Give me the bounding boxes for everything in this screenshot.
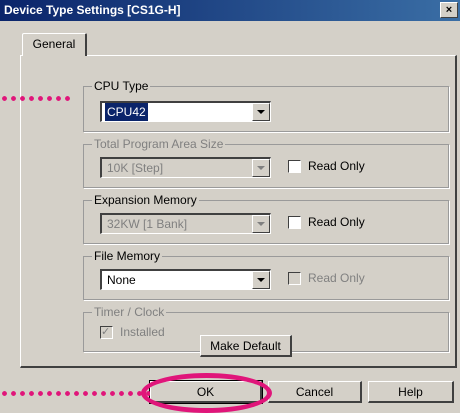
- title-bar: Device Type Settings [CS1G-H] ×: [0, 0, 460, 21]
- chevron-down-icon[interactable]: [252, 271, 270, 289]
- file-memory-legend: File Memory: [92, 249, 163, 263]
- expansion-memory-value: 32KW [1 Bank]: [107, 217, 188, 231]
- make-default-button[interactable]: Make Default: [200, 335, 292, 357]
- annotation-highlight-ring: [141, 373, 272, 413]
- file-memory-read-only-label: Read Only: [308, 271, 365, 285]
- cancel-button[interactable]: Cancel: [268, 381, 362, 403]
- program-area-read-only-checkbox[interactable]: [288, 160, 301, 173]
- annotation-dotted-line-cpu: [0, 96, 70, 101]
- cpu-type-value: CPU42: [105, 103, 148, 121]
- file-memory-read-only-checkbox[interactable]: [288, 272, 301, 285]
- expansion-memory-read-only-checkbox[interactable]: [288, 216, 301, 229]
- window-title: Device Type Settings [CS1G-H]: [4, 3, 181, 17]
- expansion-memory-read-only-label: Read Only: [308, 215, 365, 229]
- program-area-group: Total Program Area Size 10K [Step] Read …: [83, 137, 449, 188]
- program-area-select[interactable]: 10K [Step]: [100, 157, 271, 178]
- program-area-value: 10K [Step]: [107, 161, 164, 175]
- cpu-type-legend: CPU Type: [92, 79, 151, 93]
- close-button[interactable]: ×: [440, 2, 458, 18]
- tab-general[interactable]: General: [22, 33, 87, 56]
- tab-panel-general: CPU Type CPU42 Total Program Area Size 1…: [20, 55, 457, 368]
- chevron-down-icon[interactable]: [252, 215, 270, 233]
- timer-clock-installed-label: Installed: [120, 325, 165, 339]
- help-button[interactable]: Help: [368, 381, 454, 403]
- chevron-down-icon[interactable]: [252, 159, 270, 177]
- program-area-read-only-label: Read Only: [308, 159, 365, 173]
- timer-clock-installed-checkbox[interactable]: ✓: [100, 326, 113, 339]
- timer-clock-legend: Timer / Clock: [92, 305, 167, 319]
- file-memory-value: None: [107, 273, 136, 287]
- file-memory-select[interactable]: None: [100, 269, 271, 290]
- expansion-memory-select[interactable]: 32KW [1 Bank]: [100, 213, 271, 234]
- file-memory-group: File Memory None Read Only: [83, 249, 449, 300]
- dialog-body: General CPU Type CPU42 Total Program Are…: [0, 21, 460, 413]
- cpu-type-select[interactable]: CPU42: [100, 101, 271, 122]
- cpu-type-group: CPU Type CPU42: [83, 79, 449, 132]
- annotation-dotted-line-ok: [0, 391, 150, 396]
- expansion-memory-group: Expansion Memory 32KW [1 Bank] Read Only: [83, 193, 449, 244]
- expansion-memory-legend: Expansion Memory: [92, 193, 199, 207]
- check-icon: ✓: [101, 326, 111, 338]
- program-area-legend: Total Program Area Size: [92, 137, 226, 151]
- chevron-down-icon[interactable]: [252, 103, 270, 121]
